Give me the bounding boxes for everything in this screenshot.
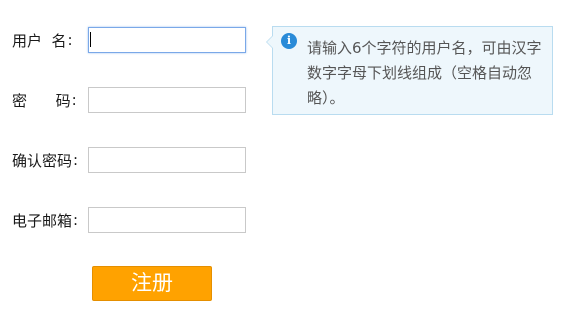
confirm-password-label: 确认密码: [12, 150, 88, 171]
register-button[interactable]: 注册 [92, 266, 212, 301]
password-label-text: 密 码 [12, 91, 71, 110]
username-input[interactable] [88, 27, 246, 53]
username-label: 用户 名: [12, 30, 88, 51]
text-caret [90, 32, 91, 47]
email-label-text: 电子邮箱 [12, 211, 73, 230]
password-label: 密 码: [12, 90, 88, 111]
password-input[interactable] [88, 87, 246, 113]
password-label-colon: : [71, 91, 77, 109]
confirm-password-input[interactable] [88, 147, 246, 173]
username-label-text: 用户 名 [12, 31, 67, 50]
email-row: 电子邮箱: [12, 206, 246, 234]
username-row: 用户 名: [12, 26, 246, 54]
username-label-colon: : [67, 31, 73, 49]
email-label: 电子邮箱: [12, 210, 88, 231]
username-hint-tooltip: i 请输入6个字符的用户名，可由汉字数字字母下划线组成（空格自动忽略）。 [266, 26, 553, 115]
info-icon: i [281, 33, 297, 49]
email-input[interactable] [88, 207, 246, 233]
password-row: 密 码: [12, 86, 246, 114]
registration-form: 用户 名: 密 码: 确认密码: 电子邮箱: i 请输入6个字符的用户名，可由汉… [0, 0, 563, 319]
confirm-password-label-colon: : [73, 151, 79, 169]
tooltip-text: 请输入6个字符的用户名，可由汉字数字字母下划线组成（空格自动忽略）。 [307, 39, 542, 107]
tooltip-arrow-fill [267, 35, 274, 49]
confirm-password-label-text: 确认密码 [12, 151, 73, 170]
email-label-colon: : [73, 211, 79, 229]
confirm-password-row: 确认密码: [12, 146, 246, 174]
